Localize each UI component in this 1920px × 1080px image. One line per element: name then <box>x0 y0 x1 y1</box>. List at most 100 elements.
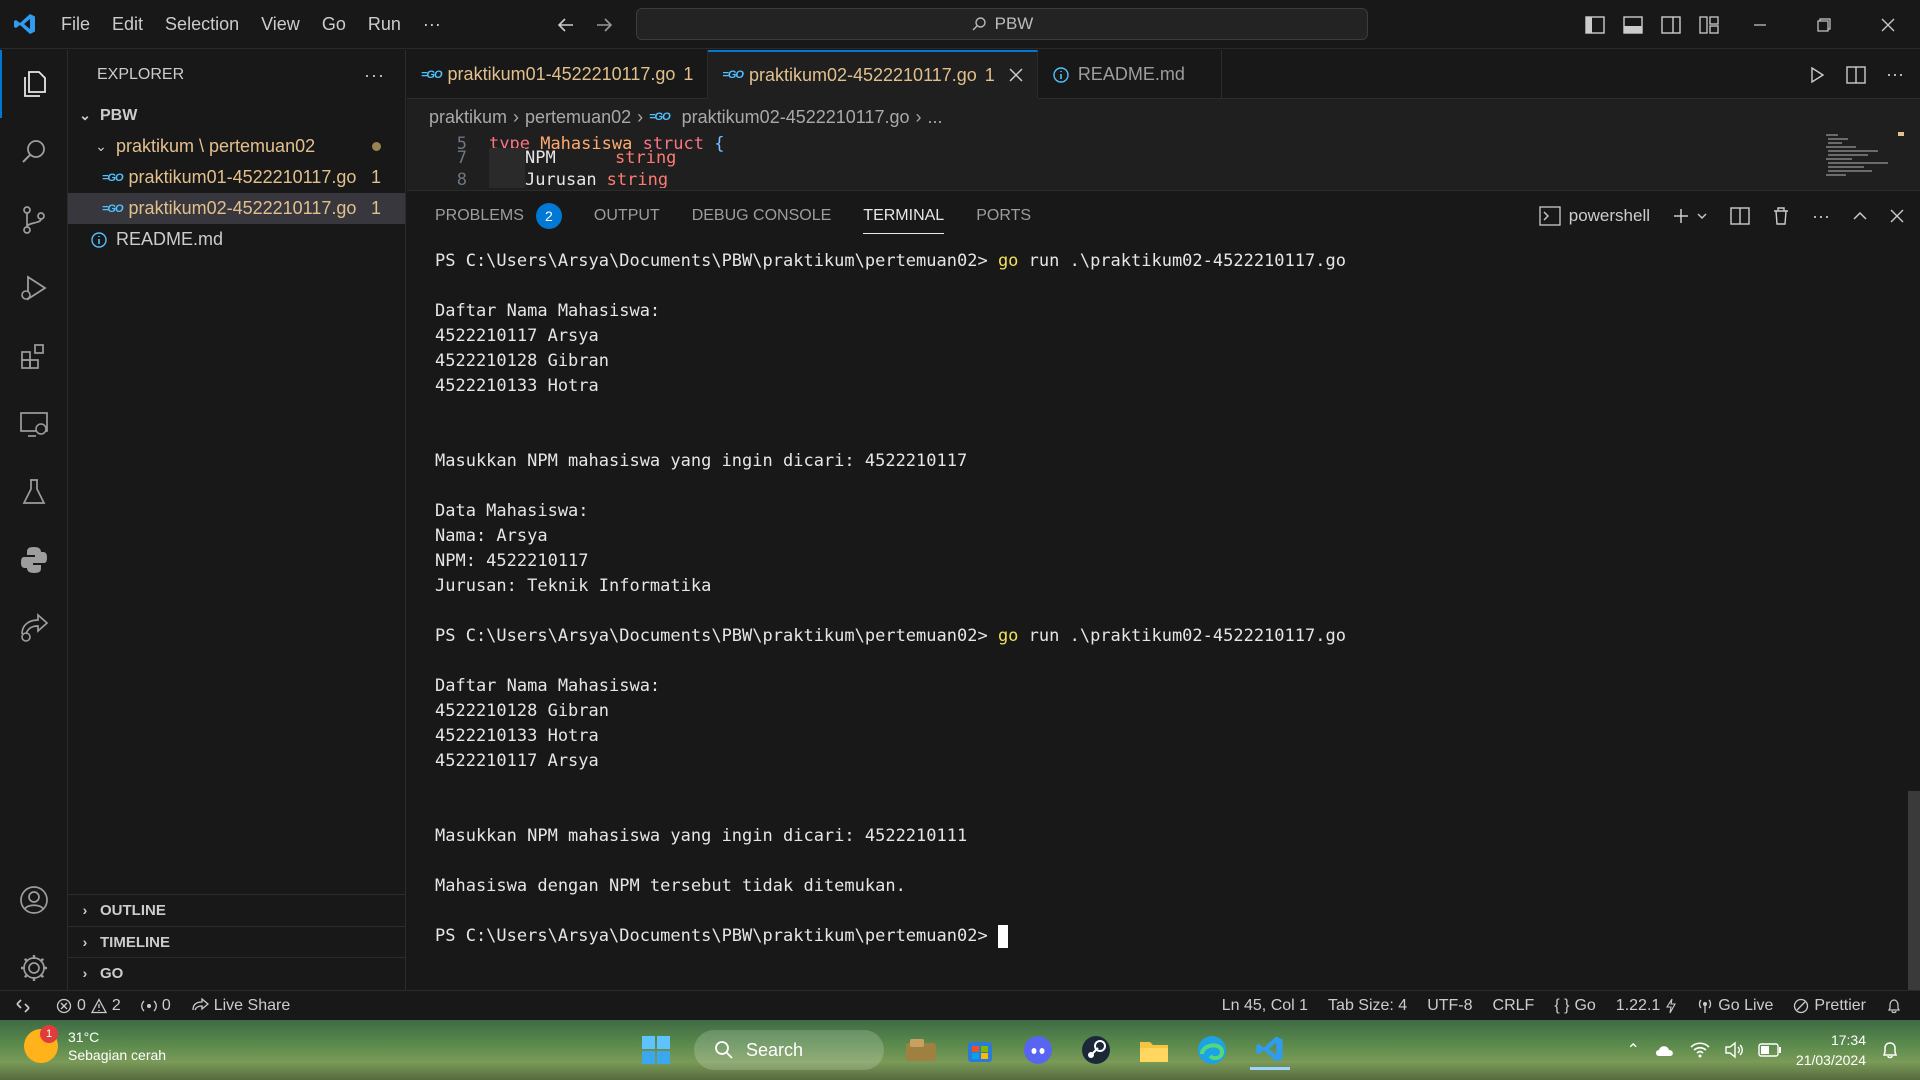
volume-icon[interactable] <box>1724 1041 1744 1059</box>
ports-status[interactable]: 0 <box>131 997 181 1015</box>
more-actions-icon[interactable]: ··· <box>1886 64 1904 85</box>
tab-ports[interactable]: PORTS <box>976 191 1031 241</box>
split-editor-icon[interactable] <box>1846 65 1866 84</box>
file-row-praktikum02[interactable]: =GO praktikum02-4522210117.go 1 <box>68 193 405 224</box>
python-icon[interactable] <box>0 526 68 594</box>
menu-go[interactable]: Go <box>311 0 357 49</box>
line-ending[interactable]: CRLF <box>1483 997 1545 1015</box>
tab-size[interactable]: Tab Size: 4 <box>1318 997 1417 1015</box>
folder-path: praktikum \ pertemuan02 <box>116 136 316 156</box>
onedrive-cloud-icon[interactable] <box>1654 1042 1676 1058</box>
menu-edit[interactable]: Edit <box>101 0 154 49</box>
explorer-more-icon[interactable]: ··· <box>364 65 385 86</box>
notifications-icon[interactable] <box>1876 998 1912 1014</box>
toggle-sidebar-icon[interactable] <box>1576 15 1614 34</box>
run-debug-icon[interactable] <box>0 254 68 322</box>
remote-explorer-icon[interactable] <box>0 390 68 458</box>
clock-date: 21/03/2024 <box>1795 1052 1866 1068</box>
minimap[interactable] <box>1824 132 1904 192</box>
menu-run[interactable]: Run <box>357 0 412 49</box>
go-live-button[interactable]: Go Live <box>1687 997 1783 1015</box>
search-view-icon[interactable] <box>0 118 68 186</box>
tab-debug-console[interactable]: DEBUG CONSOLE <box>692 191 832 241</box>
notification-bell-icon[interactable] <box>1880 1040 1900 1060</box>
split-terminal-icon[interactable] <box>1730 207 1750 225</box>
live-share-icon[interactable] <box>0 594 68 662</box>
tab-praktikum01[interactable]: =GO praktikum01-4522210117.go 1 <box>407 50 709 99</box>
forward-arrow-icon[interactable] <box>594 15 614 35</box>
testing-icon[interactable] <box>0 458 68 526</box>
workspace-root[interactable]: ⌄ PBW <box>68 100 405 131</box>
tab-praktikum02[interactable]: =GO praktikum02-4522210117.go 1 <box>708 50 1038 99</box>
accounts-icon[interactable] <box>0 866 68 934</box>
menu-selection[interactable]: Selection <box>154 0 250 49</box>
breadcrumb-item[interactable]: praktikum02-4522210117.go <box>682 107 910 128</box>
close-window-icon[interactable] <box>1856 0 1920 49</box>
toggle-secondary-sidebar-icon[interactable] <box>1652 15 1690 34</box>
file-row-praktikum01[interactable]: =GO praktikum01-4522210117.go 1 <box>68 162 405 193</box>
terminal-output[interactable]: PS C:\Users\Arsya\Documents\PBW\praktiku… <box>435 249 1346 949</box>
timeline-section[interactable]: › TIMELINE <box>68 926 406 957</box>
vscode-app-icon[interactable] <box>1250 1030 1290 1070</box>
battery-icon[interactable] <box>1758 1043 1782 1057</box>
wifi-icon[interactable] <box>1690 1041 1710 1059</box>
tab-readme[interactable]: README.md <box>1038 50 1222 99</box>
source-control-icon[interactable] <box>0 186 68 254</box>
terminal-scrollbar[interactable] <box>1908 791 1920 1001</box>
prettier-status[interactable]: Prettier <box>1783 997 1876 1015</box>
close-panel-icon[interactable] <box>1890 209 1904 223</box>
breadcrumb-item[interactable]: praktikum <box>429 107 507 128</box>
chevron-up-icon[interactable]: ⌃ <box>1627 1040 1640 1060</box>
windows-start-icon[interactable] <box>636 1030 676 1070</box>
menu-file[interactable]: File <box>50 0 101 49</box>
restore-icon[interactable] <box>1792 0 1856 49</box>
extensions-icon[interactable] <box>0 322 68 390</box>
trash-icon[interactable] <box>1772 206 1790 226</box>
tab-terminal[interactable]: TERMINAL <box>863 191 944 241</box>
language-mode[interactable]: { } Go <box>1544 997 1605 1015</box>
code-line: 8 Jurusan string <box>407 170 668 188</box>
run-icon[interactable] <box>1808 66 1826 84</box>
file-row-readme[interactable]: README.md <box>68 224 405 255</box>
encoding[interactable]: UTF-8 <box>1417 997 1482 1015</box>
terminal-selector[interactable]: powershell <box>1539 206 1650 226</box>
problems-status[interactable]: 0 2 <box>46 997 131 1015</box>
chevron-down-icon[interactable] <box>1696 210 1708 222</box>
live-share-status[interactable]: Live Share <box>181 997 301 1015</box>
edge-app-icon[interactable] <box>1192 1030 1232 1070</box>
explorer-icon[interactable] <box>0 50 68 118</box>
go-version[interactable]: 1.22.1 <box>1606 997 1687 1015</box>
search-label: Search <box>746 1039 804 1060</box>
go-section[interactable]: › GO <box>68 957 406 988</box>
maximize-panel-icon[interactable] <box>1852 208 1868 224</box>
menu-view[interactable]: View <box>250 0 311 49</box>
breadcrumb-item[interactable]: pertemuan02 <box>525 107 631 128</box>
weather-widget[interactable]: 1 31°C Sebagian cerah <box>24 1025 166 1064</box>
menu-more[interactable]: ··· <box>412 0 452 49</box>
minimize-icon[interactable] <box>1728 0 1792 49</box>
file-manager-app-icon[interactable] <box>902 1030 942 1070</box>
toggle-panel-icon[interactable] <box>1614 15 1652 34</box>
customize-layout-icon[interactable] <box>1690 15 1728 34</box>
command-center[interactable]: PBW <box>636 8 1368 40</box>
discord-app-icon[interactable] <box>1018 1030 1058 1070</box>
close-tab-icon[interactable] <box>1009 68 1023 82</box>
breadcrumb-item[interactable]: ... <box>928 107 943 128</box>
new-terminal-button[interactable] <box>1672 207 1708 225</box>
code-editor[interactable]: 5 type Mahasiswa struct { 7 NPM string 8… <box>407 132 1920 188</box>
outline-section[interactable]: › OUTLINE <box>68 894 406 925</box>
clock[interactable]: 17:34 21/03/2024 <box>1796 1030 1866 1070</box>
folder-row[interactable]: ⌄ praktikum \ pertemuan02 <box>68 131 405 162</box>
terminal-line: 4522210128 Gibran <box>435 351 609 371</box>
tab-problems[interactable]: PROBLEMS 2 <box>435 191 562 241</box>
cursor-position[interactable]: Ln 45, Col 1 <box>1212 997 1318 1015</box>
steam-app-icon[interactable] <box>1076 1030 1116 1070</box>
remote-indicator-icon[interactable] <box>0 991 46 1021</box>
tab-output[interactable]: OUTPUT <box>594 191 660 241</box>
terminal-cursor <box>997 924 1008 948</box>
more-actions-icon[interactable]: ··· <box>1812 206 1830 227</box>
back-arrow-icon[interactable] <box>556 15 576 35</box>
taskbar-search[interactable]: Search <box>694 1030 884 1070</box>
ms-store-app-icon[interactable] <box>960 1030 1000 1070</box>
file-explorer-app-icon[interactable] <box>1134 1030 1174 1070</box>
